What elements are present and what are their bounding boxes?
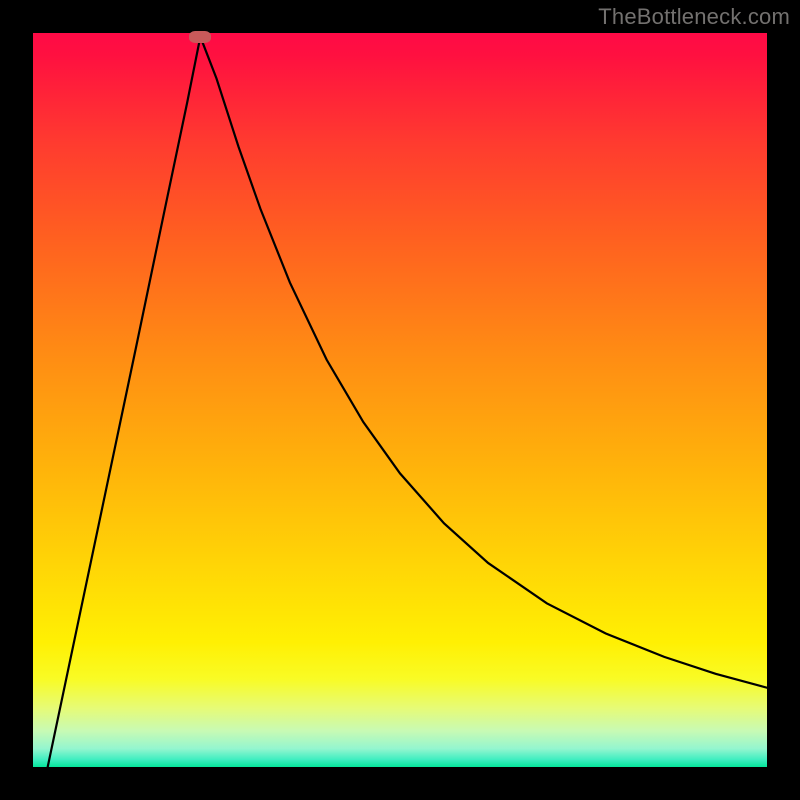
curve-left-branch [48,37,201,767]
curve-right-branch [200,37,767,688]
watermark-text: TheBottleneck.com [598,4,790,30]
chart-plot-area [33,33,767,767]
chart-curve-svg [33,33,767,767]
outer-frame: TheBottleneck.com [0,0,800,800]
minimum-marker [189,31,211,43]
